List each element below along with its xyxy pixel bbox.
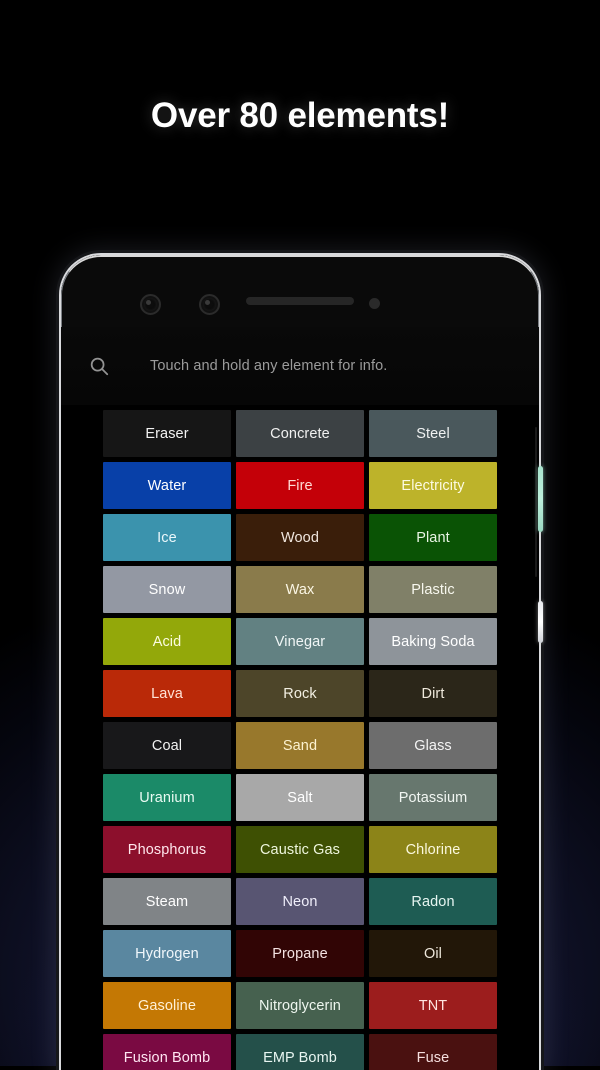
camera-icon	[140, 294, 161, 315]
element-tile[interactable]: Wax	[236, 566, 364, 613]
element-tile-label: Hydrogen	[135, 945, 199, 962]
element-tile[interactable]: Caustic Gas	[236, 826, 364, 873]
earpiece-speaker-icon	[246, 297, 354, 305]
element-tile[interactable]: Steel	[369, 410, 497, 457]
element-tile-label: Propane	[272, 945, 328, 962]
element-tile-label: Fusion Bomb	[123, 1049, 211, 1066]
power-button[interactable]	[538, 601, 543, 643]
element-tile[interactable]: Fusion Bomb	[103, 1034, 231, 1070]
element-tile[interactable]: Coal	[103, 722, 231, 769]
element-tile-label: Eraser	[145, 425, 189, 442]
element-tile-label: Potassium	[398, 789, 468, 806]
element-tile[interactable]: Neon	[236, 878, 364, 925]
element-tile-label: Acid	[152, 633, 182, 650]
element-tile[interactable]: Propane	[236, 930, 364, 977]
element-tile-label: Ice	[157, 529, 177, 546]
element-tile-label: Fuse	[416, 1049, 450, 1066]
element-tile-label: Lava	[151, 685, 183, 702]
element-tile[interactable]: Water	[103, 462, 231, 509]
element-tile[interactable]: Lava	[103, 670, 231, 717]
element-tile[interactable]: Radon	[369, 878, 497, 925]
element-tile-label: Uranium	[139, 789, 195, 806]
element-tile[interactable]: Potassium	[369, 774, 497, 821]
search-input[interactable]	[150, 358, 539, 374]
element-tile[interactable]: Uranium	[103, 774, 231, 821]
app-screen: Eraser Concrete Steel Water Fire Electricity I…	[61, 327, 539, 1070]
element-tile[interactable]: Plant	[369, 514, 497, 561]
element-tile[interactable]: Glass	[369, 722, 497, 769]
element-tile[interactable]: Hydrogen	[103, 930, 231, 977]
element-tile[interactable]: Ice	[103, 514, 231, 561]
element-tile[interactable]: Rock	[236, 670, 364, 717]
app-search-bar[interactable]	[61, 327, 539, 405]
element-tile[interactable]: Baking Soda	[369, 618, 497, 665]
element-tile-label: Caustic Gas	[259, 841, 341, 858]
element-tile-label: Electricity	[401, 477, 465, 494]
element-tile-label: Plastic	[411, 581, 455, 598]
element-tile-label: Baking Soda	[391, 633, 475, 650]
element-tile[interactable]: Wood	[236, 514, 364, 561]
search-icon	[90, 357, 109, 376]
element-tile[interactable]: Dirt	[369, 670, 497, 717]
element-tile-label: Radon	[411, 893, 455, 910]
element-tile[interactable]: EMP Bomb	[236, 1034, 364, 1070]
proximity-sensor-icon	[369, 298, 380, 309]
element-tile-label: Neon	[282, 893, 318, 910]
element-tile-label: Water	[147, 477, 187, 494]
element-tile[interactable]: Acid	[103, 618, 231, 665]
element-tile-label: Coal	[151, 737, 183, 754]
sensor-icon	[199, 294, 220, 315]
element-tile-label: EMP Bomb	[263, 1049, 337, 1066]
element-tile[interactable]: Phosphorus	[103, 826, 231, 873]
element-tile-label: Chlorine	[405, 841, 461, 858]
element-tile-label: Rock	[283, 685, 317, 702]
element-tile-label: Sand	[282, 737, 318, 754]
grid-scrollbar[interactable]	[535, 427, 537, 577]
element-tile-label: Glass	[414, 737, 452, 754]
element-tile[interactable]: Oil	[369, 930, 497, 977]
element-tile-label: Nitroglycerin	[259, 997, 341, 1014]
element-tile-label: Phosphorus	[127, 841, 207, 858]
element-tile-label: Fire	[287, 477, 313, 494]
page-title: Over 80 elements!	[150, 96, 450, 135]
phone-bezel	[61, 255, 539, 327]
element-tile-label: Concrete	[270, 425, 330, 442]
element-tile-label: Vinegar	[274, 633, 326, 650]
element-tile[interactable]: Chlorine	[369, 826, 497, 873]
element-tile-label: Gasoline	[137, 997, 197, 1014]
element-tile[interactable]: Salt	[236, 774, 364, 821]
volume-button[interactable]	[538, 466, 543, 532]
element-tile-label: Plant	[416, 529, 450, 546]
element-tile[interactable]: Fire	[236, 462, 364, 509]
element-tile[interactable]: Vinegar	[236, 618, 364, 665]
element-grid[interactable]: Eraser Concrete Steel Water Fire Electricity I…	[61, 405, 539, 1070]
element-tile[interactable]: TNT	[369, 982, 497, 1029]
element-tile[interactable]: Steam	[103, 878, 231, 925]
element-tile-label: Wax	[285, 581, 315, 598]
element-tile-label: Salt	[287, 789, 313, 806]
element-tile-label: Oil	[423, 945, 443, 962]
element-tile-label: Dirt	[421, 685, 445, 702]
element-tile-label: Wood	[280, 529, 320, 546]
element-tile-label: TNT	[418, 997, 448, 1014]
element-tile[interactable]: Nitroglycerin	[236, 982, 364, 1029]
element-tile[interactable]: Sand	[236, 722, 364, 769]
element-tile[interactable]: Eraser	[103, 410, 231, 457]
element-tile[interactable]: Electricity	[369, 462, 497, 509]
element-tile[interactable]: Concrete	[236, 410, 364, 457]
element-tile-label: Steam	[145, 893, 189, 910]
element-tile-label: Snow	[148, 581, 186, 598]
phone-mockup: Eraser Concrete Steel Water Fire Electricity I…	[61, 255, 539, 1070]
element-tile-label: Steel	[416, 425, 450, 442]
element-tile[interactable]: Snow	[103, 566, 231, 613]
element-tile[interactable]: Fuse	[369, 1034, 497, 1070]
element-tile[interactable]: Gasoline	[103, 982, 231, 1029]
element-tile[interactable]: Plastic	[369, 566, 497, 613]
